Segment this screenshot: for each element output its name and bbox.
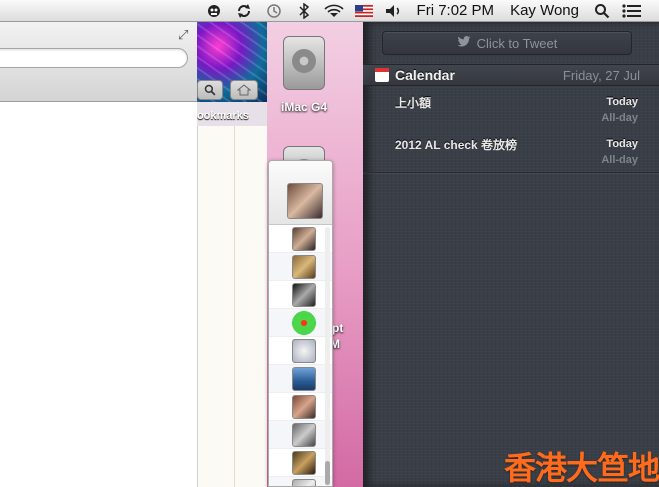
- calendar-event[interactable]: 2012 AL check 卷放榜 Today All-day: [363, 128, 659, 170]
- section-divider: [363, 172, 659, 173]
- bookmarks-menu[interactable]: Bookmarks: [197, 110, 269, 126]
- magnifier-icon: [204, 84, 216, 96]
- contact-list-header: [269, 161, 332, 225]
- avatar: [292, 479, 316, 486]
- time-machine-icon[interactable]: [259, 0, 289, 22]
- calendar-date: Friday, 27 Jul: [562, 67, 640, 83]
- event-time: All-day: [601, 112, 638, 124]
- event-day: Today: [606, 138, 638, 150]
- avatar: [292, 367, 316, 391]
- my-avatar[interactable]: [287, 183, 323, 219]
- browser-window: ⤢: [0, 22, 197, 487]
- search-icon[interactable]: [587, 0, 617, 22]
- site-watermark: 香港大笪地: [504, 449, 659, 487]
- browser-sidebar: [197, 126, 267, 487]
- home-icon: [237, 84, 251, 96]
- browser-content[interactable]: [0, 102, 197, 487]
- avatar: [292, 395, 316, 419]
- volume-icon[interactable]: [379, 0, 409, 22]
- tweet-label: Click to Tweet: [476, 35, 558, 51]
- sync-icon[interactable]: [229, 0, 259, 22]
- avatar: [292, 227, 316, 251]
- drive-label: iMac G4: [281, 100, 328, 114]
- contact-list-scrollbar[interactable]: [325, 227, 330, 486]
- contact-row[interactable]: [269, 337, 332, 365]
- avatar: [292, 255, 316, 279]
- event-day: Today: [606, 96, 638, 108]
- avatar: [292, 423, 316, 447]
- contact-row[interactable]: [269, 225, 332, 253]
- cloud-app-icon[interactable]: [199, 0, 229, 22]
- avatar: [292, 339, 316, 363]
- contact-row[interactable]: [269, 281, 332, 309]
- contact-row[interactable]: [269, 393, 332, 421]
- desktop-item-label: pt: [332, 321, 344, 335]
- fullscreen-icon[interactable]: ⤢: [178, 27, 194, 43]
- search-button[interactable]: [197, 80, 223, 100]
- icq-flower-icon: [292, 311, 316, 335]
- contact-rows: [269, 225, 332, 486]
- menubar-user[interactable]: Kay Wong: [502, 0, 587, 22]
- calendar-title: Calendar: [395, 67, 455, 83]
- flag-us-icon[interactable]: [349, 0, 379, 22]
- avatar: [292, 451, 316, 475]
- bluetooth-icon[interactable]: [289, 0, 319, 22]
- avatar: [292, 283, 316, 307]
- contact-list-window: [268, 160, 333, 487]
- calendar-icon: [375, 68, 389, 82]
- notification-center-icon[interactable]: [617, 0, 647, 22]
- menubar-clock[interactable]: Fri 7:02 PM: [409, 0, 503, 22]
- scrollbar-thumb[interactable]: [325, 461, 330, 485]
- hard-drive-icon[interactable]: [279, 30, 329, 92]
- contact-row[interactable]: [269, 365, 332, 393]
- menu-bar: Fri 7:02 PM Kay Wong: [0, 0, 659, 22]
- contact-row[interactable]: [269, 449, 332, 477]
- url-field[interactable]: [0, 48, 188, 68]
- click-to-tweet-button[interactable]: Click to Tweet: [382, 31, 632, 55]
- calendar-section-header[interactable]: Calendar Friday, 27 Jul: [363, 64, 659, 86]
- contact-row[interactable]: [269, 309, 332, 337]
- contact-row[interactable]: [269, 421, 332, 449]
- event-title: 上小額: [395, 96, 432, 110]
- calendar-event[interactable]: 上小額 Today All-day: [363, 86, 659, 128]
- notification-center: Click to Tweet Calendar Friday, 27 Jul 上…: [363, 22, 659, 487]
- event-time: All-day: [601, 154, 638, 166]
- browser-toolbar: ⤢: [0, 22, 197, 102]
- event-title: 2012 AL check 卷放榜: [395, 138, 518, 152]
- contact-row[interactable]: [269, 253, 332, 281]
- home-button[interactable]: [230, 80, 258, 100]
- twitter-bird-icon: [457, 35, 471, 51]
- contact-row[interactable]: [269, 477, 332, 486]
- wifi-icon[interactable]: [319, 0, 349, 22]
